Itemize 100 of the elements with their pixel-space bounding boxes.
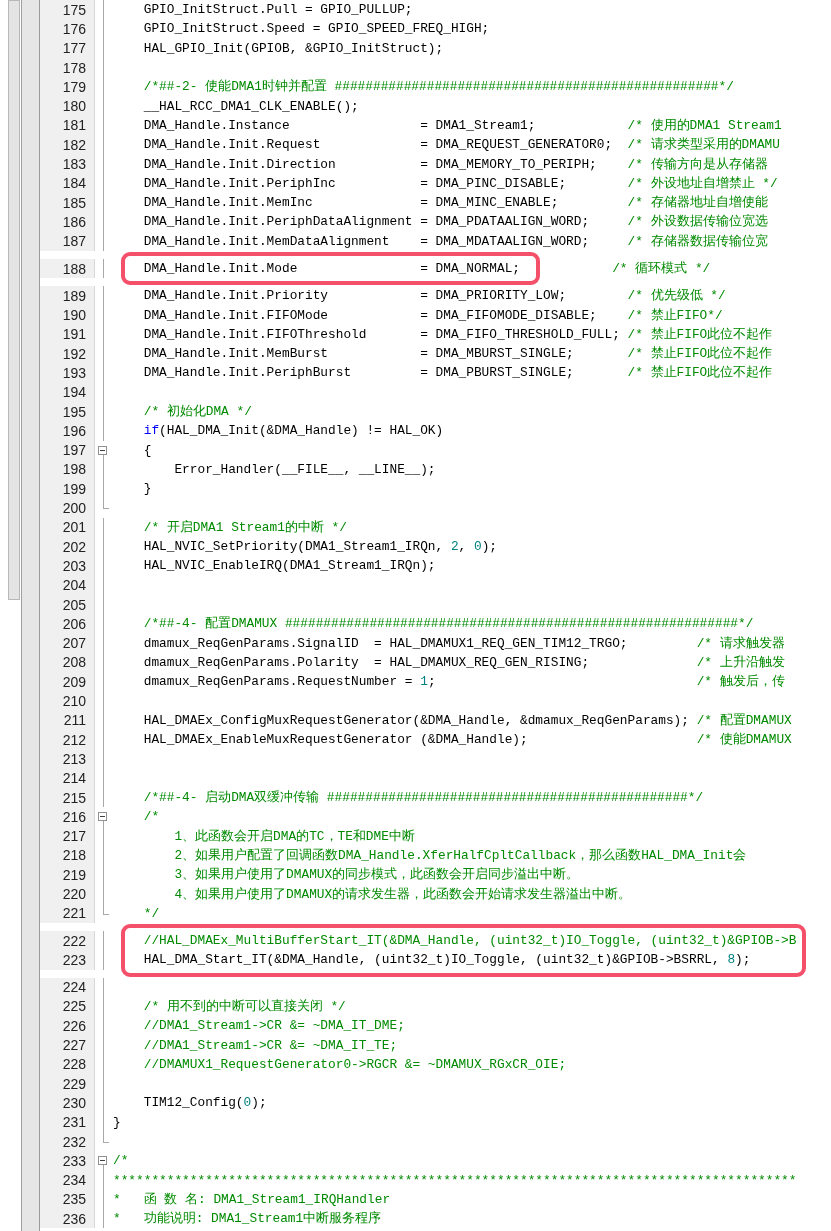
line-number: 235 — [62, 1191, 86, 1208]
code-line: HAL_NVIC_SetPriority(DMA1_Stream1_IRQn, 2, 0); — [142, 539, 497, 555]
line-number: 199 — [62, 480, 86, 497]
line-number: 213 — [62, 750, 86, 767]
line-number: 182 — [62, 136, 86, 153]
line-number: 208 — [62, 654, 86, 671]
code-line: /* 用不到的中断可以直接关闭 */ — [142, 998, 346, 1015]
line-number: 233 — [62, 1152, 86, 1169]
collapse-icon[interactable] — [98, 445, 107, 455]
code-line: /*##-2- 使能DMA1时钟并配置 ##################################################*/ — [142, 78, 734, 96]
line-number: 181 — [62, 117, 86, 134]
code-line: */ — [142, 905, 160, 921]
line-number: 212 — [62, 731, 86, 748]
line-number: 217 — [62, 828, 86, 845]
code-line: DMA_Handle.Init.Direction = DMA_MEMORY_TO_PERIPH; /* 传输方向是从存储器 — [142, 155, 768, 173]
code-line: DMA_Handle.Init.FIFOMode = DMA_FIFOMODE_DISABLE; /* 禁止FIFO*/ — [142, 306, 723, 324]
line-number: 187 — [62, 233, 86, 250]
code-line: 4、如果用户使用了DMAMUX的请求发生器，此函数会开始请求发生器溢出中断。 — [173, 885, 632, 903]
code-line: DMA_Handle.Init.MemInc = DMA_MINC_ENABLE; /* 存储器地址自增使能 — [142, 194, 768, 212]
code-line: //DMA1_Stream1->CR &= ~DMA_IT_DME; — [142, 1018, 405, 1034]
code-line: { — [142, 442, 152, 458]
code-line: HAL_GPIO_Init(GPIOB, &GPIO_InitStruct); — [142, 40, 444, 56]
line-number: 225 — [62, 998, 86, 1015]
line-number: 201 — [62, 519, 86, 536]
line-number: 178 — [62, 59, 86, 76]
code-line: //DMAMUX1_RequestGenerator0->RGCR &= ~DMAMUX_RGxCR_OIE; — [142, 1056, 567, 1072]
code-line: DMA_Handle.Instance = DMA1_Stream1; /* 使用的DMA1 Stream1 — [142, 116, 782, 134]
code-line: TIM12_Config(0); — [142, 1095, 267, 1111]
line-number: 188 — [62, 260, 86, 277]
code-line: GPIO_InitStruct.Pull = GPIO_PULLUP; — [142, 2, 413, 18]
line-number: 183 — [62, 156, 86, 172]
line-number: 176 — [62, 20, 86, 37]
code-line: /* 开启DMA1 Stream1的中断 */ — [142, 518, 347, 536]
code-line: /*##-4- 启动DMA双缓冲传输 ###############################################*/ — [142, 789, 704, 806]
line-number: 193 — [62, 365, 86, 381]
line-number: 231 — [62, 1114, 86, 1131]
scrollbar[interactable] — [8, 0, 20, 600]
code-line: /* — [142, 809, 160, 825]
line-number: 234 — [62, 1172, 86, 1189]
code-line: HAL_NVIC_EnableIRQ(DMA1_Stream1_IRQn); — [142, 558, 436, 574]
code-line: /* — [113, 1153, 129, 1169]
line-number: 197 — [62, 442, 86, 459]
code-line: ***************************************************************************************** — [113, 1172, 797, 1188]
line-number: 177 — [62, 40, 86, 57]
line-number: 202 — [62, 538, 86, 555]
code-line: * 功能说明: DMA1_Stream1中断服务程序 — [113, 1210, 382, 1228]
line-number: 205 — [62, 596, 86, 613]
code-line: 3、如果用户使用了DMAMUX的同步模式，此函数会开启同步溢出中断。 — [173, 866, 580, 884]
line-number: 194 — [62, 384, 86, 401]
code-line: /* 初始化DMA */ — [142, 403, 252, 421]
code-line: GPIO_InitStruct.Speed = GPIO_SPEED_FREQ_HIGH; — [142, 21, 490, 37]
line-number: 232 — [62, 1133, 86, 1150]
line-number: 228 — [62, 1056, 86, 1073]
code-line: DMA_Handle.Init.Mode = DMA_NORMAL; /* 循环模式 */ — [142, 260, 711, 277]
code-line: HAL_DMAEx_ConfigMuxRequestGenerator(&DMA_Handle, &dmamux_ReqGenParams); /* 配置DMAMUX — [142, 711, 792, 729]
line-number: 218 — [62, 847, 86, 864]
line-number: 198 — [62, 461, 86, 478]
line-number: 216 — [62, 808, 86, 825]
collapse-icon[interactable] — [98, 1156, 107, 1166]
code-line: __HAL_RCC_DMA1_CLK_ENABLE(); — [142, 98, 359, 114]
code-line: dmamux_ReqGenParams.SignalID = HAL_DMAMUX1_REQ_GEN_TIM12_TRGO; /* 请求触发器 — [142, 634, 785, 652]
code-line: 2、如果用户配置了回调函数DMA_Handle.XferHalfCpltCallback，那么函数HAL_DMA_Init会 — [173, 846, 747, 864]
line-number: 179 — [62, 78, 86, 95]
code-line: //HAL_DMAEx_MultiBufferStart_IT(&DMA_Handle, (uint32_t)IO_Toggle, (uint32_t)&GPIOB->B — [142, 933, 797, 949]
code-line: HAL_DMA_Start_IT(&DMA_Handle, (uint32_t)IO_Toggle, (uint32_t)&GPIOB->BSRRL, 8); — [142, 952, 751, 968]
code-line: dmamux_ReqGenParams.RequestNumber = 1; /* 触发后，传 — [142, 673, 785, 691]
code-line: /*##-4- 配置DMAMUX ###########################################################*/ — [142, 615, 754, 633]
code-line: HAL_DMAEx_EnableMuxRequestGenerator (&DMA_Handle); /* 使能DMAMUX — [142, 731, 792, 749]
code-line: //DMA1_Stream1->CR &= ~DMA_IT_TE; — [142, 1037, 398, 1053]
line-number: 211 — [63, 712, 86, 729]
line-number: 189 — [62, 287, 86, 304]
line-number: 236 — [62, 1210, 86, 1227]
line-number: 180 — [62, 98, 86, 115]
line-number: 229 — [62, 1075, 86, 1092]
code-line: DMA_Handle.Init.FIFOThreshold = DMA_FIFO_THRESHOLD_FULL; /* 禁止FIFO此位不起作 — [142, 325, 773, 343]
code-line: dmamux_ReqGenParams.Polarity = HAL_DMAMUX_REQ_GEN_RISING; /* 上升沿触发 — [142, 653, 785, 671]
code-line: DMA_Handle.Init.PeriphInc = DMA_PINC_DISABLE; /* 外设地址自增禁止 */ — [142, 174, 778, 192]
line-number: 219 — [62, 866, 86, 883]
line-number: 200 — [62, 500, 86, 517]
line-number: 184 — [62, 175, 86, 192]
code-line: * 函 数 名: DMA1_Stream1_IRQHandler — [113, 1190, 391, 1208]
code-line: DMA_Handle.Init.Priority = DMA_PRIORITY_LOW; /* 优先级低 */ — [142, 287, 726, 305]
line-number: 230 — [62, 1094, 86, 1111]
line-number: 214 — [62, 770, 86, 787]
line-number: 195 — [62, 403, 86, 420]
code-line: DMA_Handle.Init.Request = DMA_REQUEST_GENERATOR0; /* 请求类型采用的DMAMU — [142, 136, 780, 154]
code-line: } — [142, 481, 152, 497]
code-line: 1、此函数会开启DMA的TC，TE和DME中断 — [173, 827, 415, 845]
line-number: 196 — [62, 422, 86, 439]
line-number: 226 — [62, 1017, 86, 1034]
line-number: 203 — [62, 557, 86, 574]
code-line: DMA_Handle.Init.MemDataAlignment = DMA_MDATAALIGN_WORD; /* 存储器数据传输位宽 — [142, 232, 768, 250]
code-line: DMA_Handle.Init.MemBurst = DMA_MBURST_SINGLE; /* 禁止FIFO此位不起作 — [142, 345, 773, 363]
line-number: 191 — [62, 326, 86, 343]
line-number: 221 — [62, 905, 86, 922]
collapse-icon[interactable] — [98, 812, 107, 822]
line-number: 210 — [62, 693, 86, 710]
code-line: DMA_Handle.Init.PeriphDataAlignment = DMA_PDATAALIGN_WORD; /* 外设数据传输位宽选 — [142, 213, 768, 231]
line-number: 227 — [62, 1037, 86, 1054]
code-line: DMA_Handle.Init.PeriphBurst = DMA_PBURST_SINGLE; /* 禁止FIFO此位不起作 — [142, 364, 773, 382]
